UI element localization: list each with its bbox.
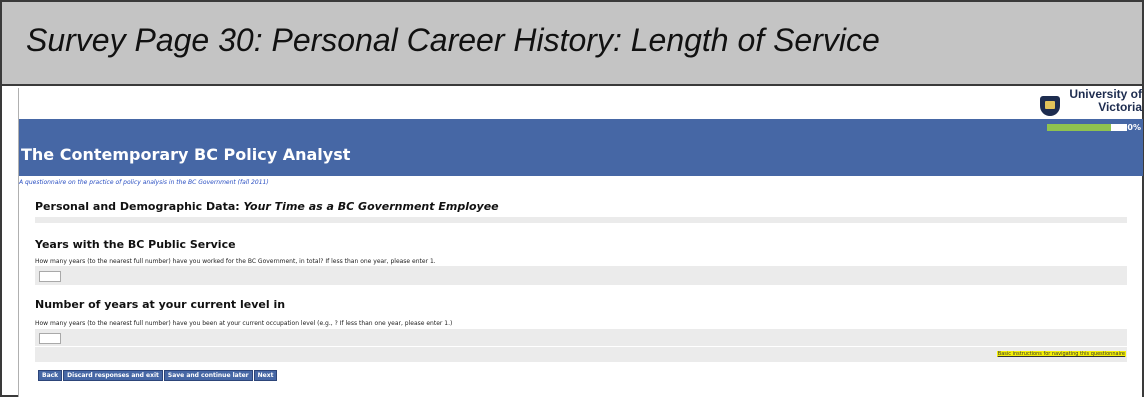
progress-track (1047, 124, 1127, 131)
save-and-continue-later-button[interactable]: Save and continue later (163, 370, 253, 381)
crest-icon (1040, 96, 1060, 116)
navigation-band (35, 347, 1127, 362)
section-title-prefix: Personal and Demographic Data: (35, 200, 244, 213)
progress-label: 80% (1121, 123, 1141, 132)
progress-fill (1047, 124, 1111, 131)
survey-subtitle: A questionnaire on the practice of polic… (19, 179, 269, 186)
discard-and-exit-button[interactable]: Discard responses and exit (63, 370, 163, 381)
section-title-emphasis: Your Time as a BC Government Employee (243, 200, 499, 213)
logo-text: University of Victoria (1069, 87, 1142, 114)
navigation-instructions-link[interactable]: Basic instructions for navigating this q… (996, 351, 1126, 357)
question-1-title: Years with the BC Public Service (35, 238, 236, 251)
question-2-answer-band (35, 329, 1127, 346)
question-1-text: How many years (to the nearest full numb… (35, 258, 436, 265)
years-current-level-input[interactable] (39, 333, 61, 344)
question-2-text: How many years (to the nearest full numb… (35, 320, 453, 327)
section-divider (35, 217, 1127, 223)
survey-banner: 80% The Contemporary BC Policy Analyst (19, 119, 1143, 176)
next-button[interactable]: Next (253, 370, 278, 381)
back-button[interactable]: Back (38, 370, 63, 381)
survey-title: The Contemporary BC Policy Analyst (21, 145, 351, 164)
question-2-title: Number of years at your current level in (35, 298, 286, 311)
years-public-service-input[interactable] (39, 271, 61, 282)
slide-header: Survey Page 30: Personal Career History:… (2, 2, 1142, 86)
button-row: Back Discard responses and exit Save and c… (38, 370, 278, 381)
section-title: Personal and Demographic Data: Your Time… (35, 200, 499, 213)
question-1-answer-band (35, 266, 1127, 285)
progress-indicator: 80% (1047, 123, 1143, 133)
slide-title: Survey Page 30: Personal Career History:… (26, 22, 880, 58)
survey-page: University of Victoria 80% The Contempor… (18, 87, 1143, 397)
university-logo: University of Victoria (1030, 87, 1142, 120)
slide-frame: Survey Page 30: Personal Career History:… (0, 0, 1144, 397)
